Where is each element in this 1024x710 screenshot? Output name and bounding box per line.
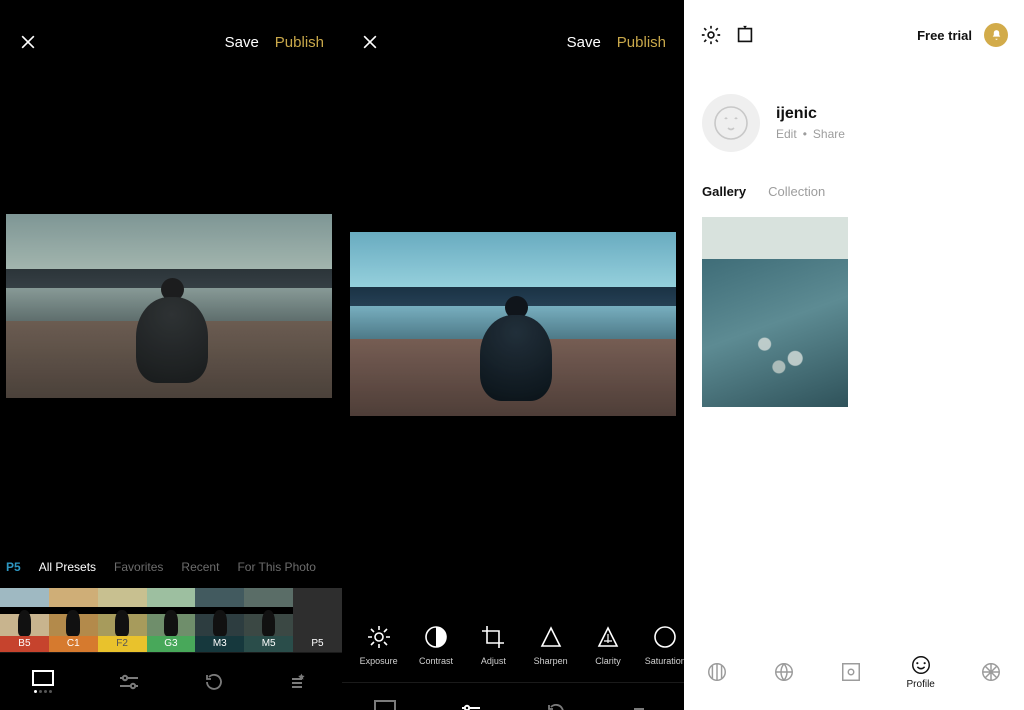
topbar: Save Publish <box>0 0 342 84</box>
profile-header: ijenic Edit • Share <box>684 70 1024 162</box>
profile-panel: Free trial ijenic Edit • Share Gallery C… <box>684 0 1024 710</box>
tool-label: Exposure <box>360 656 398 666</box>
nav-adjust[interactable] <box>118 673 140 691</box>
tool-saturation[interactable]: Saturation <box>637 624 684 666</box>
nav-history[interactable] <box>546 702 566 710</box>
tool-adjust-crop[interactable]: Adjust <box>465 624 522 666</box>
nav-adjust[interactable] <box>460 703 482 710</box>
nav-presets[interactable] <box>32 670 54 693</box>
nav-recipes[interactable] <box>630 703 652 710</box>
publish-button[interactable]: Publish <box>617 34 666 51</box>
topbar: Save Publish <box>342 0 684 84</box>
save-button[interactable]: Save <box>225 34 259 51</box>
editor-panel-presets: Save Publish P5 All Presets Favorites Re… <box>0 0 342 710</box>
category-favorites[interactable]: Favorites <box>114 560 163 574</box>
gallery-photo[interactable] <box>702 217 848 407</box>
share-profile-link[interactable]: Share <box>813 127 845 141</box>
tool-label: Contrast <box>419 656 453 666</box>
profile-topbar: Free trial <box>684 0 1024 70</box>
close-icon[interactable] <box>18 32 38 52</box>
nav-recipes[interactable] <box>288 673 310 691</box>
adjust-tools: Exposure Contrast Adjust Sharpen Clarity… <box>342 608 684 682</box>
nav-profile-label: Profile <box>907 679 935 690</box>
add-friend-icon[interactable] <box>734 24 756 46</box>
category-for-this-photo[interactable]: For This Photo <box>237 560 315 574</box>
notifications-icon[interactable] <box>984 23 1008 47</box>
nav-presets[interactable] <box>374 700 396 710</box>
nav-discover[interactable] <box>773 661 795 683</box>
nav-feed[interactable] <box>706 661 728 683</box>
nav-studio[interactable] <box>840 661 862 683</box>
photo-preview[interactable] <box>6 214 332 398</box>
separator: • <box>803 127 807 141</box>
tool-exposure[interactable]: Exposure <box>350 624 407 666</box>
preset-thumbnails: B5 C1 F2 G3 M3 M5 P5 <box>0 588 342 652</box>
preset-b5[interactable]: B5 <box>0 588 49 652</box>
profile-username: ijenic <box>776 105 845 123</box>
tab-gallery[interactable]: Gallery <box>702 184 746 199</box>
settings-icon[interactable] <box>700 24 722 46</box>
profile-bottom-nav: Profile <box>684 634 1024 710</box>
free-trial-button[interactable]: Free trial <box>917 28 972 43</box>
close-icon[interactable] <box>360 32 380 52</box>
nav-history[interactable] <box>204 672 224 692</box>
tab-collection[interactable]: Collection <box>768 184 825 199</box>
preset-f2[interactable]: F2 <box>98 588 147 652</box>
save-button[interactable]: Save <box>567 34 601 51</box>
preset-m3[interactable]: M3 <box>195 588 244 652</box>
nav-profile[interactable]: Profile <box>907 654 935 690</box>
current-preset-code[interactable]: P5 <box>6 560 21 574</box>
pager-dots <box>34 690 52 693</box>
photo-preview[interactable] <box>350 232 676 416</box>
category-all-presets[interactable]: All Presets <box>39 560 96 574</box>
editor-panel-adjust: Save Publish Exposure Contrast Adjust Sh… <box>342 0 684 710</box>
preset-p5[interactable]: P5 <box>293 588 342 652</box>
preset-categories: P5 All Presets Favorites Recent For This… <box>0 554 342 580</box>
edit-profile-link[interactable]: Edit <box>776 127 797 141</box>
tool-sharpen[interactable]: Sharpen <box>522 624 579 666</box>
nav-spaces[interactable] <box>980 661 1002 683</box>
tool-label: Saturation <box>645 656 684 666</box>
tool-label: Sharpen <box>534 656 568 666</box>
profile-tabs: Gallery Collection <box>684 162 1024 209</box>
bottom-nav <box>0 652 342 710</box>
tool-label: Clarity <box>595 656 621 666</box>
preset-c1[interactable]: C1 <box>49 588 98 652</box>
publish-button[interactable]: Publish <box>275 34 324 51</box>
bottom-nav <box>342 682 684 710</box>
category-recent[interactable]: Recent <box>181 560 219 574</box>
avatar[interactable] <box>702 94 760 152</box>
tool-clarity[interactable]: Clarity <box>579 624 636 666</box>
tool-label: Adjust <box>481 656 506 666</box>
tool-contrast[interactable]: Contrast <box>407 624 464 666</box>
preset-m5[interactable]: M5 <box>244 588 293 652</box>
preset-g3[interactable]: G3 <box>147 588 196 652</box>
